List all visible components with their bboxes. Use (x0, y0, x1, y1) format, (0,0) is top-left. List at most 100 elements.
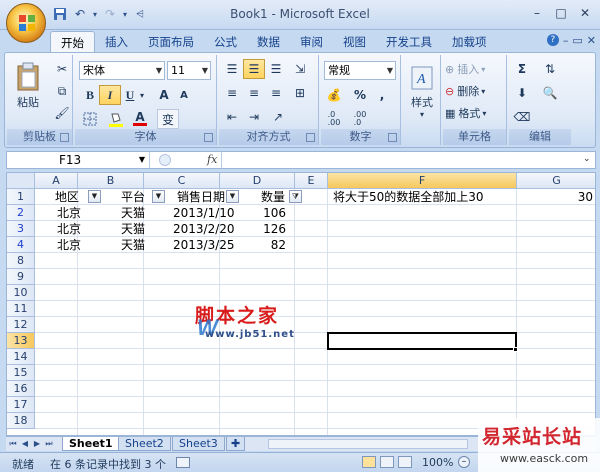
column-header-g[interactable]: G (517, 173, 595, 189)
clipboard-launcher-icon[interactable] (60, 133, 69, 142)
page-break-view-icon[interactable] (398, 456, 412, 468)
row-header[interactable]: 16 (7, 381, 35, 397)
cell-b1[interactable]: 平台 (121, 189, 145, 205)
row-header[interactable]: 11 (7, 301, 35, 317)
comma-button[interactable]: , (371, 85, 393, 105)
autosum-icon[interactable]: Σ (511, 59, 533, 79)
row-header[interactable]: 15 (7, 365, 35, 381)
font-name-combo[interactable]: 宋体 ▼ (79, 61, 165, 80)
row-header[interactable]: 2 (7, 205, 35, 221)
prev-sheet-icon[interactable]: ◀ (20, 438, 30, 450)
tab-add-ins[interactable]: 加载项 (442, 31, 497, 53)
align-right-icon[interactable]: ≡ (265, 83, 287, 103)
alignment-launcher-icon[interactable] (306, 133, 315, 142)
zoom-out-icon[interactable]: – (458, 456, 470, 468)
tab-home[interactable]: 开始 (50, 31, 95, 53)
tab-insert[interactable]: 插入 (95, 31, 138, 53)
next-sheet-icon[interactable]: ▶ (32, 438, 42, 450)
worksheet-grid[interactable]: A B C D E F G 1 2 3 4 8 9 10 11 12 13 14… (6, 172, 596, 436)
cell-d2[interactable]: 106 (220, 205, 290, 221)
tab-formulas[interactable]: 公式 (204, 31, 247, 53)
shrink-font-button[interactable]: A (173, 85, 195, 105)
insert-function-button[interactable]: fx (207, 152, 217, 168)
align-middle-icon[interactable]: ☰ (243, 59, 265, 79)
zoom-level[interactable]: 100% (422, 456, 453, 469)
insert-sheet-icon[interactable]: ✚ (226, 437, 246, 451)
cell-a2[interactable]: 北京 (57, 205, 81, 221)
increase-decimal-icon[interactable]: .0.00 (323, 109, 345, 129)
first-sheet-icon[interactable]: ⏮ (8, 438, 18, 450)
tab-page-layout[interactable]: 页面布局 (138, 31, 204, 53)
copy-icon[interactable]: ⧉ (51, 81, 73, 101)
row-header[interactable]: 17 (7, 397, 35, 413)
row-header[interactable]: 10 (7, 285, 35, 301)
cell-b2[interactable]: 天猫 (121, 205, 145, 221)
clear-icon[interactable]: ⌫ (511, 107, 533, 127)
column-header-a[interactable]: A (35, 173, 78, 189)
active-cell-f13[interactable] (327, 332, 517, 350)
align-bottom-icon[interactable]: ☰ (265, 59, 287, 79)
borders-button[interactable] (79, 109, 101, 129)
minimize-icon[interactable]: – (563, 34, 569, 47)
cell-a1[interactable]: 地区 (55, 189, 79, 205)
filter-dropdown-icon[interactable]: ▼ (88, 190, 101, 203)
cell-d1[interactable]: 数量 (261, 189, 285, 205)
cell-a3[interactable]: 北京 (57, 221, 81, 237)
macro-record-icon[interactable] (176, 457, 190, 468)
percent-button[interactable]: % (349, 85, 371, 105)
office-button[interactable] (6, 3, 46, 43)
select-all-corner[interactable] (7, 173, 35, 189)
find-select-icon[interactable]: 🔍 (539, 83, 561, 103)
sort-filter-icon[interactable]: ⇅ (539, 59, 561, 79)
phonetic-button[interactable]: 变 (157, 109, 179, 129)
row-header[interactable]: 14 (7, 349, 35, 365)
cell-b3[interactable]: 天猫 (121, 221, 145, 237)
row-header[interactable]: 3 (7, 221, 35, 237)
column-header-d[interactable]: D (220, 173, 295, 189)
filter-dropdown-icon[interactable]: ▼ (226, 190, 239, 203)
help-icon[interactable]: ? (546, 34, 559, 46)
row-header[interactable]: 13 (7, 333, 35, 349)
cell-b4[interactable]: 天猫 (121, 237, 145, 253)
decrease-indent-icon[interactable]: ⇤ (221, 107, 243, 127)
tab-review[interactable]: 审阅 (290, 31, 333, 53)
underline-dropdown-icon[interactable]: ▾ (137, 85, 147, 105)
insert-cells-button[interactable]: ⊕ 插入 ▾ (445, 59, 505, 79)
cell-g1[interactable]: 30 (517, 189, 595, 205)
expand-formula-icon[interactable]: ⌄ (583, 154, 593, 166)
save-icon[interactable] (52, 6, 68, 22)
format-painter-icon[interactable]: 🖌 (51, 103, 73, 123)
cell-d4[interactable]: 82 (220, 237, 290, 253)
italic-button[interactable]: I (99, 85, 121, 105)
name-box[interactable]: F13 ▼ (7, 152, 150, 168)
fill-handle[interactable] (513, 347, 518, 352)
column-header-c[interactable]: C (144, 173, 220, 189)
row-header[interactable]: 8 (7, 253, 35, 269)
restore-icon[interactable]: ▭ (572, 34, 582, 47)
filter-applied-icon[interactable]: ⧩ (289, 190, 302, 203)
align-top-icon[interactable]: ☰ (221, 59, 243, 79)
row-header[interactable]: 1 (7, 189, 35, 205)
cell-a4[interactable]: 北京 (57, 237, 81, 253)
styles-button[interactable]: A 样式 ▾ (405, 59, 439, 125)
increase-indent-icon[interactable]: ⇥ (243, 107, 265, 127)
minimize-icon[interactable]: – (526, 4, 548, 22)
tab-data[interactable]: 数据 (247, 31, 290, 53)
horizontal-scrollbar[interactable] (268, 439, 468, 449)
dropdown-icon[interactable]: ▾ (122, 6, 128, 22)
redo-icon[interactable]: ↷ (102, 6, 118, 22)
normal-view-icon[interactable] (362, 456, 376, 468)
align-center-icon[interactable]: ≡ (243, 83, 265, 103)
column-header-f[interactable]: F (328, 173, 517, 189)
sheet-tab-sheet3[interactable]: Sheet3 (172, 437, 225, 451)
tab-developer[interactable]: 开发工具 (376, 31, 442, 53)
fill-color-button[interactable] (105, 109, 127, 129)
orientation-icon[interactable]: ↗ (267, 107, 289, 127)
cell-f1[interactable]: 将大于50的数据全部加上30 (333, 189, 484, 205)
row-header[interactable]: 9 (7, 269, 35, 285)
column-header-b[interactable]: B (78, 173, 144, 189)
cut-icon[interactable]: ✂ (51, 59, 73, 79)
align-left-icon[interactable]: ≡ (221, 83, 243, 103)
sheet-tab-sheet2[interactable]: Sheet2 (118, 437, 171, 451)
tab-view[interactable]: 视图 (333, 31, 376, 53)
